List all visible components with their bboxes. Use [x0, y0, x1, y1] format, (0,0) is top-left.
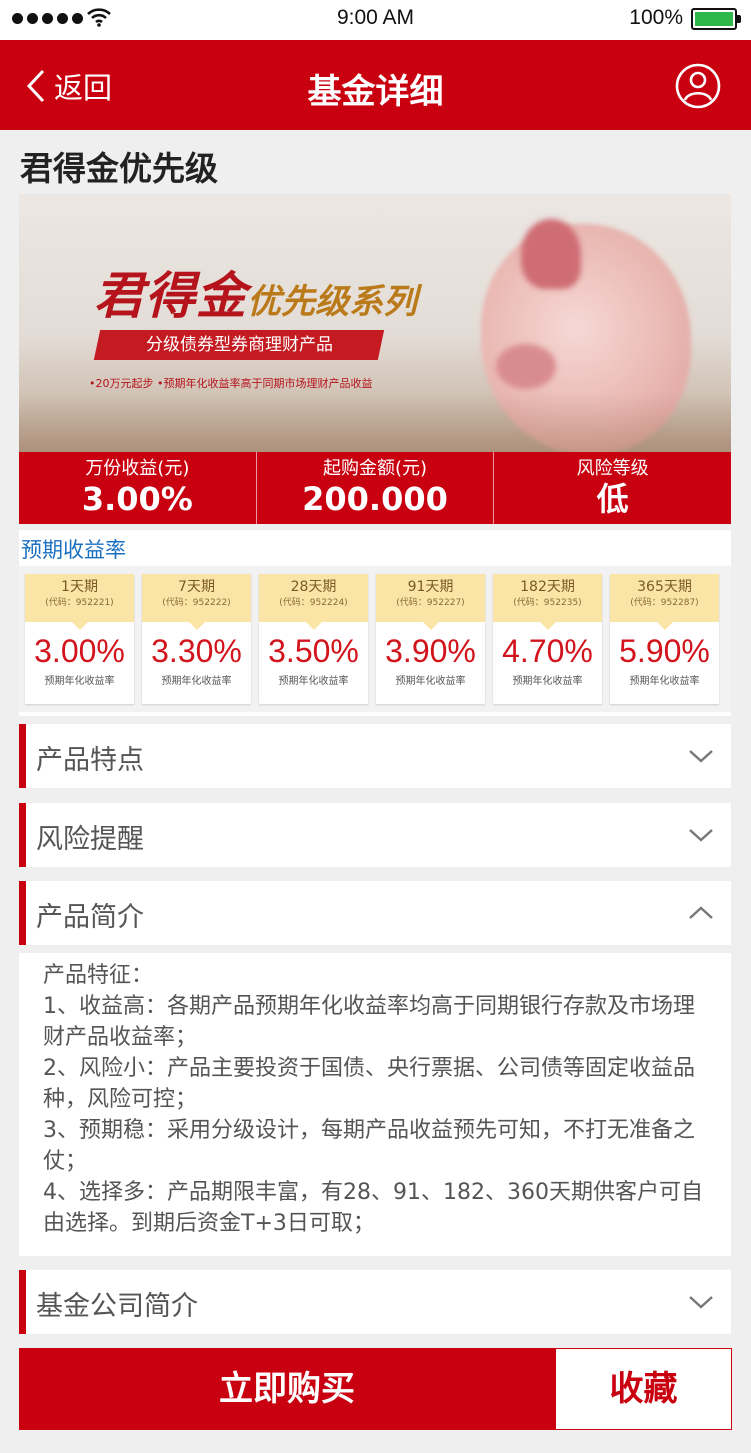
section-product-intro[interactable]: 产品简介 [19, 881, 731, 945]
info-cell-risk: 风险等级 低 [494, 452, 731, 524]
chevron-left-icon [26, 69, 45, 103]
chevron-down-icon [689, 829, 713, 842]
card-rate: 5.90% [619, 633, 710, 669]
card-code: (代码：952221) [45, 598, 114, 608]
card-rate-label: 预期年化收益率 [161, 676, 232, 687]
yield-title: 预期收益率 [21, 538, 126, 562]
card-period: 28天期 [290, 579, 337, 595]
battery-percent: 100% [629, 6, 683, 29]
card-rate: 3.50% [268, 633, 359, 669]
info-label: 起购金额(元) [322, 458, 428, 479]
card-period: 365天期 [637, 579, 692, 595]
info-cell-min-amount: 起购金额(元) 200.000 [257, 452, 495, 524]
section-product-features[interactable]: 产品特点 [19, 724, 731, 788]
product-intro-content: 产品特征： 1、收益高：各期产品预期年化收益率均高于同期银行存款及市场理财产品收… [19, 953, 731, 1256]
card-period: 91天期 [407, 579, 454, 595]
info-label: 万份收益(元) [85, 458, 190, 479]
yield-card-91d[interactable]: 91天期 (代码：952227) 3.90% 预期年化收益率 [376, 574, 485, 704]
battery-icon [691, 8, 741, 30]
status-bar: 9:00 AM 100% [0, 0, 751, 40]
banner-bullets: •20万元起步 •预期年化收益率高于同期市场理财产品收益 [89, 377, 373, 390]
buy-now-button[interactable]: 立即购买 [19, 1348, 555, 1430]
info-value: 3.00% [81, 480, 193, 518]
card-rate-label: 预期年化收益率 [512, 676, 583, 687]
yield-card-365d[interactable]: 365天期 (代码：952287) 5.90% 预期年化收益率 [610, 574, 719, 704]
yield-card-182d[interactable]: 182天期 (代码：952235) 4.70% 预期年化收益率 [493, 574, 602, 704]
intro-line: 产品特征： [43, 963, 154, 988]
intro-line: 3、预期稳：采用分级设计，每期产品收益预先可知，不打无准备之仗； [43, 1118, 695, 1174]
card-period: 1天期 [61, 579, 98, 595]
banner-ribbon-text: 分级债券型券商理财产品 [145, 335, 333, 355]
info-value: 低 [596, 480, 629, 518]
banner-brand-main: 君得金 [94, 267, 247, 325]
card-code: (代码：952287) [630, 598, 699, 608]
section-label: 风险提醒 [36, 824, 144, 855]
card-period: 7天期 [178, 579, 215, 595]
card-rate-label: 预期年化收益率 [629, 676, 700, 687]
card-code: (代码：952222) [162, 598, 231, 608]
page-title: 基金详细 [307, 72, 444, 112]
card-rate-label: 预期年化收益率 [44, 676, 115, 687]
card-period: 182天期 [520, 579, 575, 595]
app-header: 返回 基金详细 [0, 40, 751, 130]
fund-info-bar: 万份收益(元) 3.00% 起购金额(元) 200.000 风险等级 低 [19, 452, 731, 524]
card-rate: 4.70% [502, 633, 593, 669]
card-rate: 3.90% [385, 633, 476, 669]
card-rate-label: 预期年化收益率 [395, 676, 466, 687]
back-label: 返回 [54, 71, 113, 105]
yield-card-1d[interactable]: 1天期 (代码：952221) 3.00% 预期年化收益率 [25, 574, 134, 704]
section-label: 产品简介 [36, 902, 144, 933]
card-code: (代码：952224) [279, 598, 348, 608]
section-label: 基金公司简介 [36, 1291, 198, 1322]
piggy-snout [496, 344, 556, 389]
info-cell-income: 万份收益(元) 3.00% [19, 452, 257, 524]
favorite-button[interactable]: 收藏 [555, 1348, 732, 1430]
product-title: 君得金优先级 [20, 149, 218, 188]
intro-line: 1、收益高：各期产品预期年化收益率均高于同期银行存款及市场理财产品收益率； [43, 994, 695, 1050]
info-value: 200.000 [302, 480, 448, 518]
card-code: (代码：952235) [513, 598, 582, 608]
expected-yield-section: 预期收益率 1天期 (代码：952221) 3.00% 预期年化收益率 7天期 (代… [19, 530, 731, 716]
user-circle-icon[interactable] [675, 63, 721, 109]
yield-card-list: 1天期 (代码：952221) 3.00% 预期年化收益率 7天期 (代码：9522… [19, 566, 731, 712]
section-company-intro[interactable]: 基金公司简介 [19, 1270, 731, 1334]
banner-brand-sub: 优先级系列 [247, 282, 417, 322]
chevron-down-icon [689, 750, 713, 763]
section-label: 产品特点 [36, 745, 144, 776]
banner-brand: 君得金优先级系列 [94, 256, 417, 328]
chevron-down-icon [689, 1296, 713, 1309]
banner-shelf [19, 392, 731, 452]
chevron-up-icon [689, 906, 713, 919]
card-rate: 3.30% [151, 633, 242, 669]
back-button[interactable]: 返回 [24, 65, 112, 107]
banner-ribbon: 分级债券型券商理财产品 [93, 330, 385, 360]
info-label: 风险等级 [576, 458, 649, 479]
product-banner: 君得金优先级系列 分级债券型券商理财产品 •20万元起步 •预期年化收益率高于同… [19, 194, 731, 452]
card-rate: 3.00% [34, 633, 125, 669]
intro-line: 2、风险小：产品主要投资于国债、央行票据、公司债等固定收益品种，风险可控； [43, 1056, 695, 1112]
card-code: (代码：952227) [396, 598, 465, 608]
yield-card-28d[interactable]: 28天期 (代码：952224) 3.50% 预期年化收益率 [259, 574, 368, 704]
section-risk-warning[interactable]: 风险提醒 [19, 803, 731, 867]
piggy-ear [521, 219, 581, 289]
intro-line: 4、选择多：产品期限丰富，有28、91、182、360天期供客户可自由选择。到期… [43, 1180, 703, 1236]
card-rate-label: 预期年化收益率 [278, 676, 349, 687]
yield-card-7d[interactable]: 7天期 (代码：952222) 3.30% 预期年化收益率 [142, 574, 251, 704]
